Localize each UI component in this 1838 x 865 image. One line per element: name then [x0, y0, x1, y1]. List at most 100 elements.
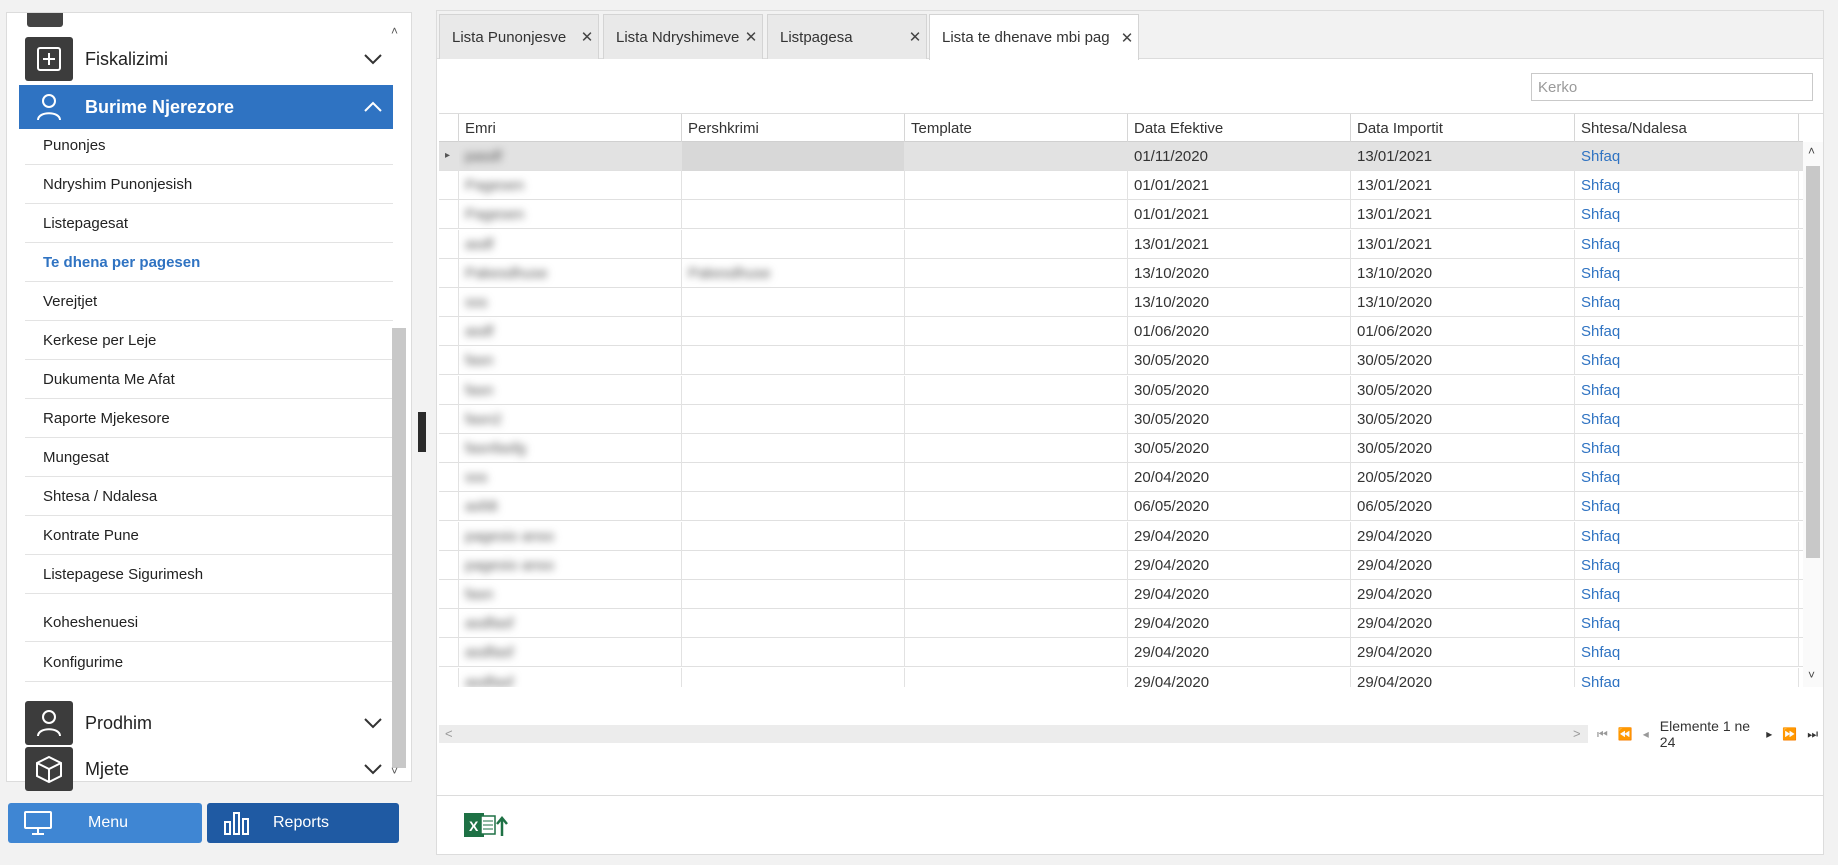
row-indicator[interactable]: [439, 229, 459, 259]
scrollbar-thumb[interactable]: [392, 328, 406, 768]
table-row[interactable]: ▸ pasdf 01/11/2020 13/01/2021 Shfaq: [439, 142, 1803, 171]
column-header-emri[interactable]: Emri: [459, 114, 682, 142]
previous-block-icon[interactable]: ⏪: [1618, 727, 1633, 741]
table-row[interactable]: Pakesdhuse Pakesdhuse 13/10/2020 13/10/2020…: [439, 258, 1803, 288]
shfaq-link[interactable]: Shfaq: [1575, 288, 1799, 317]
close-icon[interactable]: ✕: [740, 28, 762, 46]
table-row[interactable]: Pagesen 01/01/2021 13/01/2021 Shfaq: [439, 171, 1803, 201]
shfaq-link[interactable]: Shfaq: [1575, 609, 1799, 639]
table-row[interactable]: sss 13/10/2020 13/10/2020 Shfaq: [439, 288, 1803, 317]
table-row[interactable]: fasn 30/05/2020 30/05/2020 Shfaq: [439, 346, 1803, 376]
row-indicator[interactable]: [439, 200, 459, 230]
shfaq-link-text[interactable]: Shfaq: [1581, 469, 1620, 486]
shfaq-link-text[interactable]: Shfaq: [1581, 557, 1620, 574]
previous-page-icon[interactable]: ◂: [1643, 727, 1649, 741]
table-row[interactable]: pagesio anso 29/04/2020 29/04/2020 Shfaq: [439, 521, 1803, 551]
sidebar-item[interactable]: Koheshenuesi: [25, 604, 393, 642]
sidebar-item[interactable]: Mungesat: [25, 439, 393, 477]
next-block-icon[interactable]: ⏩: [1782, 727, 1797, 741]
tab-lista-te-dhenave[interactable]: Lista te dhenave mbi pag ✕: [929, 14, 1139, 60]
shfaq-link[interactable]: Shfaq: [1575, 492, 1799, 522]
shfaq-link[interactable]: Shfaq: [1575, 667, 1799, 687]
column-header-pershkrimi[interactable]: Pershkrimi: [682, 114, 905, 142]
shfaq-link-text[interactable]: Shfaq: [1581, 498, 1620, 515]
table-row[interactable]: pagesio anso 29/04/2020 29/04/2020 Shfaq: [439, 550, 1803, 580]
row-indicator[interactable]: [439, 171, 459, 201]
menu-button[interactable]: Menu: [8, 803, 202, 843]
scroll-up-icon[interactable]: ˄: [391, 24, 398, 38]
shfaq-link[interactable]: Shfaq: [1575, 521, 1799, 551]
last-page-icon[interactable]: ⏭: [1807, 727, 1818, 742]
shfaq-link-text[interactable]: Shfaq: [1581, 294, 1620, 311]
row-indicator[interactable]: [439, 463, 459, 493]
tab-lista-punonjesve[interactable]: Lista Punonjesve ✕: [439, 14, 599, 59]
shfaq-link-text[interactable]: Shfaq: [1581, 382, 1620, 399]
sidebar-item[interactable]: Kontrate Pune: [25, 517, 393, 555]
row-indicator[interactable]: [439, 258, 459, 288]
sidebar-item[interactable]: Raporte Mjekesore: [25, 400, 393, 438]
shfaq-link-text[interactable]: Shfaq: [1581, 411, 1620, 428]
row-indicator[interactable]: [439, 580, 459, 609]
table-row[interactable]: asdf 01/06/2020 01/06/2020 Shfaq: [439, 317, 1803, 347]
shfaq-link-text[interactable]: Shfaq: [1581, 236, 1620, 253]
shfaq-link[interactable]: Shfaq: [1575, 463, 1799, 493]
sidebar-item[interactable]: Shtesa / Ndalesa: [25, 478, 393, 516]
sidebar-group-fiskalizimi[interactable]: Fiskalizimi: [19, 37, 393, 81]
shfaq-link[interactable]: Shfaq: [1575, 317, 1799, 347]
table-row[interactable]: asdfasf 29/04/2020 29/04/2020 Shfaq: [439, 667, 1803, 687]
grid-vertical-scrollbar[interactable]: ˄ ˅: [1803, 142, 1823, 687]
sidebar-group-burime-njerezore[interactable]: Burime Njerezore: [19, 85, 393, 129]
next-page-icon[interactable]: ▸: [1766, 727, 1772, 741]
table-row[interactable]: asfdt 06/05/2020 06/05/2020 Shfaq: [439, 492, 1803, 522]
table-row[interactable]: Pagesen 01/01/2021 13/01/2021 Shfaq: [439, 200, 1803, 230]
shfaq-link[interactable]: Shfaq: [1575, 638, 1799, 668]
shfaq-link-text[interactable]: Shfaq: [1581, 323, 1620, 340]
scrollbar-thumb[interactable]: [1806, 166, 1820, 558]
row-indicator[interactable]: ▸: [439, 142, 459, 171]
first-page-icon[interactable]: ⏮: [1597, 727, 1608, 742]
shfaq-link-text[interactable]: Shfaq: [1581, 177, 1620, 194]
scroll-left-icon[interactable]: <: [445, 726, 453, 741]
grid-horizontal-scrollbar[interactable]: < >: [439, 725, 1588, 743]
column-header-shtesa-ndalesa[interactable]: Shtesa/Ndalesa: [1575, 114, 1799, 142]
table-row[interactable]: fasn 29/04/2020 29/04/2020 Shfaq: [439, 580, 1803, 609]
tab-lista-ndryshimeve[interactable]: Lista Ndryshimeve ✕: [603, 14, 763, 59]
sidebar-item[interactable]: Ndryshim Punonjesish: [25, 166, 393, 204]
shfaq-link[interactable]: Shfaq: [1575, 171, 1799, 201]
shfaq-link-text[interactable]: Shfaq: [1581, 265, 1620, 282]
close-icon[interactable]: ✕: [576, 28, 598, 46]
sidebar-item[interactable]: Konfigurime: [25, 644, 393, 682]
scroll-down-icon[interactable]: ˅: [1808, 668, 1815, 682]
sidebar-item[interactable]: Punonjes: [25, 127, 393, 165]
shfaq-link[interactable]: Shfaq: [1575, 346, 1799, 376]
table-row[interactable]: asdfasf 29/04/2020 29/04/2020 Shfaq: [439, 609, 1803, 639]
sidebar-item[interactable]: Dukumenta Me Afat: [25, 361, 393, 399]
table-row[interactable]: sss 20/04/2020 20/05/2020 Shfaq: [439, 463, 1803, 493]
tab-listpagesa[interactable]: Listpagesa ✕: [767, 14, 927, 59]
row-indicator[interactable]: [439, 609, 459, 639]
row-indicator[interactable]: [439, 434, 459, 463]
search-input[interactable]: [1531, 73, 1813, 101]
sidebar-item[interactable]: Listepagese Sigurimesh: [25, 556, 393, 594]
sidebar-item[interactable]: Kerkese per Leje: [25, 322, 393, 360]
row-indicator[interactable]: [439, 521, 459, 551]
shfaq-link-text[interactable]: Shfaq: [1581, 440, 1620, 457]
close-icon[interactable]: ✕: [1116, 29, 1138, 47]
table-row[interactable]: asdf 13/01/2021 13/01/2021 Shfaq: [439, 229, 1803, 259]
row-indicator[interactable]: [439, 404, 459, 434]
shfaq-link[interactable]: Shfaq: [1575, 375, 1799, 405]
shfaq-link[interactable]: Shfaq: [1575, 229, 1799, 259]
shfaq-link[interactable]: Shfaq: [1575, 200, 1799, 230]
shfaq-link[interactable]: Shfaq: [1575, 404, 1799, 434]
shfaq-link[interactable]: Shfaq: [1575, 580, 1799, 609]
column-header-template[interactable]: Template: [905, 114, 1128, 142]
sidebar-item[interactable]: Te dhena per pagesen: [25, 244, 393, 282]
shfaq-link-text[interactable]: Shfaq: [1581, 528, 1620, 545]
table-row[interactable]: fasnfasfg 30/05/2020 30/05/2020 Shfaq: [439, 434, 1803, 463]
table-row[interactable]: asdfasf 29/04/2020 29/04/2020 Shfaq: [439, 638, 1803, 668]
shfaq-link[interactable]: Shfaq: [1575, 550, 1799, 580]
panel-splitter[interactable]: [418, 412, 426, 452]
row-indicator[interactable]: [439, 346, 459, 376]
reports-button[interactable]: Reports: [207, 803, 399, 843]
sidebar-group-mjete[interactable]: Mjete: [19, 747, 393, 791]
